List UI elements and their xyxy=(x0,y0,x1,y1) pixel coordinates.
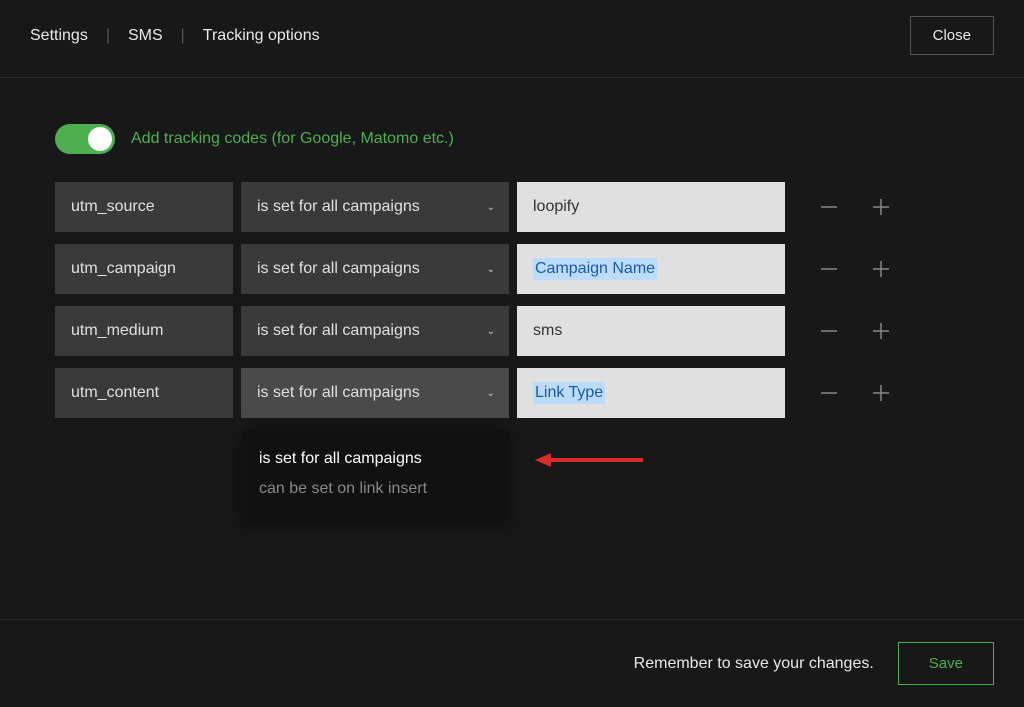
scope-select-label: is set for all campaigns xyxy=(257,198,420,216)
chevron-down-icon: ⌄ xyxy=(487,202,495,213)
scope-select[interactable]: is set for all campaigns ⌄ xyxy=(241,368,509,418)
breadcrumb-separator: | xyxy=(181,27,185,45)
scope-select-label: is set for all campaigns xyxy=(257,322,420,340)
remove-row-button[interactable] xyxy=(807,371,851,415)
value-input[interactable]: loopify xyxy=(517,182,785,232)
value-tag: Campaign Name xyxy=(533,258,657,280)
dropdown-option[interactable]: can be set on link insert xyxy=(241,474,509,504)
param-name-input[interactable]: utm_campaign xyxy=(55,244,233,294)
tracking-toggle-label: Add tracking codes (for Google, Matomo e… xyxy=(131,130,454,148)
remove-row-button[interactable] xyxy=(807,309,851,353)
add-row-button[interactable] xyxy=(859,309,903,353)
add-row-button[interactable] xyxy=(859,185,903,229)
dropdown-option[interactable]: is set for all campaigns xyxy=(241,444,509,474)
tracking-row: utm_source is set for all campaigns ⌄ lo… xyxy=(55,182,969,232)
value-input[interactable]: sms xyxy=(517,306,785,356)
value-text: loopify xyxy=(533,198,579,216)
chevron-down-icon: ⌄ xyxy=(487,388,495,399)
value-text: sms xyxy=(533,322,562,340)
save-button[interactable]: Save xyxy=(898,642,994,685)
scope-select[interactable]: is set for all campaigns ⌄ xyxy=(241,306,509,356)
scope-select[interactable]: is set for all campaigns ⌄ xyxy=(241,182,509,232)
breadcrumb: Settings | SMS | Tracking options xyxy=(30,27,320,45)
tracking-row: utm_medium is set for all campaigns ⌄ sm… xyxy=(55,306,969,356)
tracking-row: utm_content is set for all campaigns ⌄ L… xyxy=(55,368,969,418)
breadcrumb-item[interactable]: SMS xyxy=(128,27,163,45)
param-name-input[interactable]: utm_content xyxy=(55,368,233,418)
breadcrumb-item[interactable]: Settings xyxy=(30,27,88,45)
scope-select-label: is set for all campaigns xyxy=(257,384,420,402)
scope-select-label: is set for all campaigns xyxy=(257,260,420,278)
toggle-knob xyxy=(88,127,112,151)
value-input[interactable]: Campaign Name xyxy=(517,244,785,294)
add-row-button[interactable] xyxy=(859,247,903,291)
annotation-arrow-icon xyxy=(535,450,645,470)
breadcrumb-separator: | xyxy=(106,27,110,45)
add-row-button[interactable] xyxy=(859,371,903,415)
value-tag: Link Type xyxy=(533,382,605,404)
chevron-down-icon: ⌄ xyxy=(487,264,495,275)
tracking-row: utm_campaign is set for all campaigns ⌄ … xyxy=(55,244,969,294)
breadcrumb-item[interactable]: Tracking options xyxy=(203,27,320,45)
tracking-toggle[interactable] xyxy=(55,124,115,154)
remove-row-button[interactable] xyxy=(807,247,851,291)
scope-dropdown: is set for all campaigns can be set on l… xyxy=(241,430,509,518)
chevron-down-icon: ⌄ xyxy=(487,326,495,337)
param-name-input[interactable]: utm_source xyxy=(55,182,233,232)
param-name-input[interactable]: utm_medium xyxy=(55,306,233,356)
close-button[interactable]: Close xyxy=(910,16,994,55)
value-input[interactable]: Link Type xyxy=(517,368,785,418)
save-reminder-text: Remember to save your changes. xyxy=(634,655,874,673)
remove-row-button[interactable] xyxy=(807,185,851,229)
scope-select[interactable]: is set for all campaigns ⌄ xyxy=(241,244,509,294)
